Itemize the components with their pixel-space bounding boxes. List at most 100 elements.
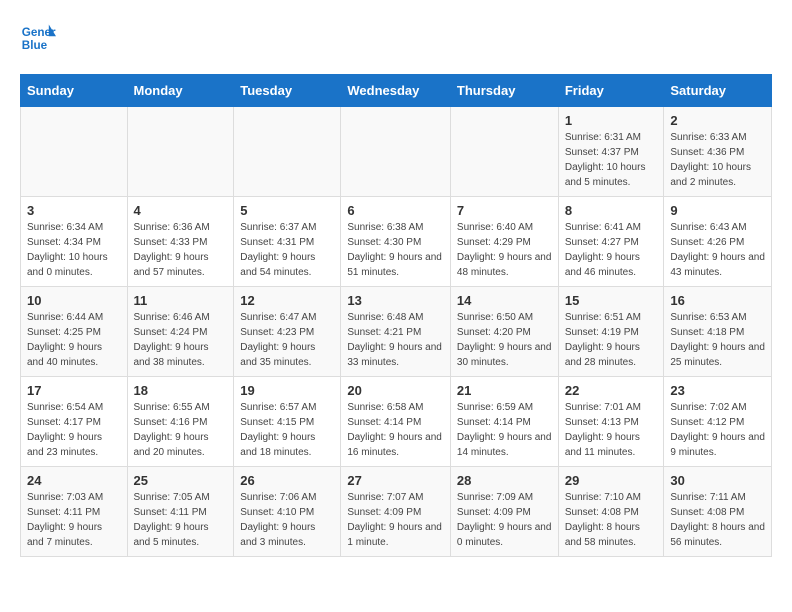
weekday-header-cell: Monday xyxy=(127,75,234,107)
calendar-cell: 8 Sunrise: 6:41 AM Sunset: 4:27 PM Daylig… xyxy=(558,197,664,287)
calendar-cell: 17 Sunrise: 6:54 AM Sunset: 4:17 PM Dayli… xyxy=(21,377,128,467)
calendar-cell: 13 Sunrise: 6:48 AM Sunset: 4:21 PM Dayli… xyxy=(341,287,451,377)
day-number: 17 xyxy=(27,383,121,398)
calendar-row: 24Sunrise: 7:03 AM Sunset: 4:11 PM Dayli… xyxy=(21,467,772,557)
weekday-header-row: SundayMondayTuesdayWednesdayThursdayFrid… xyxy=(21,75,772,107)
calendar-cell: 26Sunrise: 7:06 AM Sunset: 4:10 PM Dayli… xyxy=(234,467,341,557)
calendar-cell: 20 Sunrise: 6:58 AM Sunset: 4:14 PM Dayli… xyxy=(341,377,451,467)
calendar-cell xyxy=(341,107,451,197)
calendar-cell: 1Sunrise: 6:31 AM Sunset: 4:37 PM Daylig… xyxy=(558,107,664,197)
calendar-cell: 9Sunrise: 6:43 AM Sunset: 4:26 PM Daylig… xyxy=(664,197,772,287)
day-info: Sunrise: 6:55 AM Sunset: 4:16 PM Dayligh… xyxy=(134,400,228,460)
day-number: 9 xyxy=(670,203,765,218)
weekday-header-cell: Friday xyxy=(558,75,664,107)
day-number: 21 xyxy=(457,383,552,398)
day-number: 12 xyxy=(240,293,334,308)
day-info: Sunrise: 6:38 AM Sunset: 4:30 PM Dayligh… xyxy=(347,220,444,280)
calendar-cell: 19 Sunrise: 6:57 AM Sunset: 4:15 PM Dayli… xyxy=(234,377,341,467)
day-number: 10 xyxy=(27,293,121,308)
day-number: 20 xyxy=(347,383,444,398)
day-info: Sunrise: 6:54 AM Sunset: 4:17 PM Dayligh… xyxy=(27,400,121,460)
calendar-table: SundayMondayTuesdayWednesdayThursdayFrid… xyxy=(20,74,772,557)
day-info: Sunrise: 6:47 AM Sunset: 4:23 PM Dayligh… xyxy=(240,310,334,370)
day-info: Sunrise: 6:31 AM Sunset: 4:37 PM Dayligh… xyxy=(565,130,658,190)
calendar-cell: 25 Sunrise: 7:05 AM Sunset: 4:11 PM Dayli… xyxy=(127,467,234,557)
calendar-cell xyxy=(127,107,234,197)
day-info: Sunrise: 6:44 AM Sunset: 4:25 PM Dayligh… xyxy=(27,310,121,370)
calendar-cell: 27 Sunrise: 7:07 AM Sunset: 4:09 PM Dayli… xyxy=(341,467,451,557)
calendar-row: 3 Sunrise: 6:34 AM Sunset: 4:34 PM Daylig… xyxy=(21,197,772,287)
calendar-cell: 11 Sunrise: 6:46 AM Sunset: 4:24 PM Dayli… xyxy=(127,287,234,377)
logo: General Blue xyxy=(20,20,60,56)
calendar-cell: 2 Sunrise: 6:33 AM Sunset: 4:36 PM Daylig… xyxy=(664,107,772,197)
day-number: 5 xyxy=(240,203,334,218)
day-number: 19 xyxy=(240,383,334,398)
day-number: 26 xyxy=(240,473,334,488)
calendar-cell xyxy=(450,107,558,197)
calendar-cell: 5 Sunrise: 6:37 AM Sunset: 4:31 PM Daylig… xyxy=(234,197,341,287)
day-number: 3 xyxy=(27,203,121,218)
day-info: Sunrise: 6:33 AM Sunset: 4:36 PM Dayligh… xyxy=(670,130,765,190)
weekday-header-cell: Tuesday xyxy=(234,75,341,107)
day-info: Sunrise: 7:07 AM Sunset: 4:09 PM Dayligh… xyxy=(347,490,444,550)
day-info: Sunrise: 7:01 AM Sunset: 4:13 PM Dayligh… xyxy=(565,400,658,460)
calendar-cell: 24Sunrise: 7:03 AM Sunset: 4:11 PM Dayli… xyxy=(21,467,128,557)
calendar-row: 10 Sunrise: 6:44 AM Sunset: 4:25 PM Dayli… xyxy=(21,287,772,377)
day-number: 27 xyxy=(347,473,444,488)
calendar-cell: 3 Sunrise: 6:34 AM Sunset: 4:34 PM Daylig… xyxy=(21,197,128,287)
calendar-cell: 30 Sunrise: 7:11 AM Sunset: 4:08 PM Dayli… xyxy=(664,467,772,557)
day-info: Sunrise: 6:58 AM Sunset: 4:14 PM Dayligh… xyxy=(347,400,444,460)
calendar-cell: 22 Sunrise: 7:01 AM Sunset: 4:13 PM Dayli… xyxy=(558,377,664,467)
day-info: Sunrise: 6:37 AM Sunset: 4:31 PM Dayligh… xyxy=(240,220,334,280)
day-number: 24 xyxy=(27,473,121,488)
calendar-cell: 7Sunrise: 6:40 AM Sunset: 4:29 PM Daylig… xyxy=(450,197,558,287)
calendar-cell: 21 Sunrise: 6:59 AM Sunset: 4:14 PM Dayli… xyxy=(450,377,558,467)
weekday-header-cell: Saturday xyxy=(664,75,772,107)
calendar-cell: 12 Sunrise: 6:47 AM Sunset: 4:23 PM Dayli… xyxy=(234,287,341,377)
day-info: Sunrise: 6:41 AM Sunset: 4:27 PM Dayligh… xyxy=(565,220,658,280)
day-number: 23 xyxy=(670,383,765,398)
day-info: Sunrise: 7:02 AM Sunset: 4:12 PM Dayligh… xyxy=(670,400,765,460)
day-number: 15 xyxy=(565,293,658,308)
day-info: Sunrise: 7:05 AM Sunset: 4:11 PM Dayligh… xyxy=(134,490,228,550)
day-info: Sunrise: 6:48 AM Sunset: 4:21 PM Dayligh… xyxy=(347,310,444,370)
calendar-cell: 29 Sunrise: 7:10 AM Sunset: 4:08 PM Dayli… xyxy=(558,467,664,557)
day-number: 29 xyxy=(565,473,658,488)
day-number: 8 xyxy=(565,203,658,218)
day-number: 13 xyxy=(347,293,444,308)
day-info: Sunrise: 6:34 AM Sunset: 4:34 PM Dayligh… xyxy=(27,220,121,280)
weekday-header-cell: Wednesday xyxy=(341,75,451,107)
day-number: 16 xyxy=(670,293,765,308)
calendar-cell: 4 Sunrise: 6:36 AM Sunset: 4:33 PM Daylig… xyxy=(127,197,234,287)
day-info: Sunrise: 6:59 AM Sunset: 4:14 PM Dayligh… xyxy=(457,400,552,460)
calendar-cell: 10 Sunrise: 6:44 AM Sunset: 4:25 PM Dayli… xyxy=(21,287,128,377)
day-number: 22 xyxy=(565,383,658,398)
weekday-header-cell: Thursday xyxy=(450,75,558,107)
day-number: 2 xyxy=(670,113,765,128)
calendar-cell: 15 Sunrise: 6:51 AM Sunset: 4:19 PM Dayli… xyxy=(558,287,664,377)
calendar-row: 1Sunrise: 6:31 AM Sunset: 4:37 PM Daylig… xyxy=(21,107,772,197)
svg-text:Blue: Blue xyxy=(22,39,48,52)
day-number: 14 xyxy=(457,293,552,308)
day-info: Sunrise: 6:40 AM Sunset: 4:29 PM Dayligh… xyxy=(457,220,552,280)
day-number: 25 xyxy=(134,473,228,488)
day-info: Sunrise: 6:46 AM Sunset: 4:24 PM Dayligh… xyxy=(134,310,228,370)
calendar-cell: 28 Sunrise: 7:09 AM Sunset: 4:09 PM Dayli… xyxy=(450,467,558,557)
general-blue-logo-icon: General Blue xyxy=(20,20,56,56)
calendar-cell: 23 Sunrise: 7:02 AM Sunset: 4:12 PM Dayli… xyxy=(664,377,772,467)
day-info: Sunrise: 7:09 AM Sunset: 4:09 PM Dayligh… xyxy=(457,490,552,550)
calendar-cell: 6Sunrise: 6:38 AM Sunset: 4:30 PM Daylig… xyxy=(341,197,451,287)
day-number: 30 xyxy=(670,473,765,488)
day-number: 11 xyxy=(134,293,228,308)
day-info: Sunrise: 7:10 AM Sunset: 4:08 PM Dayligh… xyxy=(565,490,658,550)
day-number: 28 xyxy=(457,473,552,488)
day-number: 4 xyxy=(134,203,228,218)
calendar-row: 17 Sunrise: 6:54 AM Sunset: 4:17 PM Dayli… xyxy=(21,377,772,467)
day-info: Sunrise: 6:36 AM Sunset: 4:33 PM Dayligh… xyxy=(134,220,228,280)
calendar-cell: 14Sunrise: 6:50 AM Sunset: 4:20 PM Dayli… xyxy=(450,287,558,377)
day-info: Sunrise: 6:57 AM Sunset: 4:15 PM Dayligh… xyxy=(240,400,334,460)
weekday-header-cell: Sunday xyxy=(21,75,128,107)
day-number: 18 xyxy=(134,383,228,398)
day-info: Sunrise: 7:11 AM Sunset: 4:08 PM Dayligh… xyxy=(670,490,765,550)
day-info: Sunrise: 6:51 AM Sunset: 4:19 PM Dayligh… xyxy=(565,310,658,370)
